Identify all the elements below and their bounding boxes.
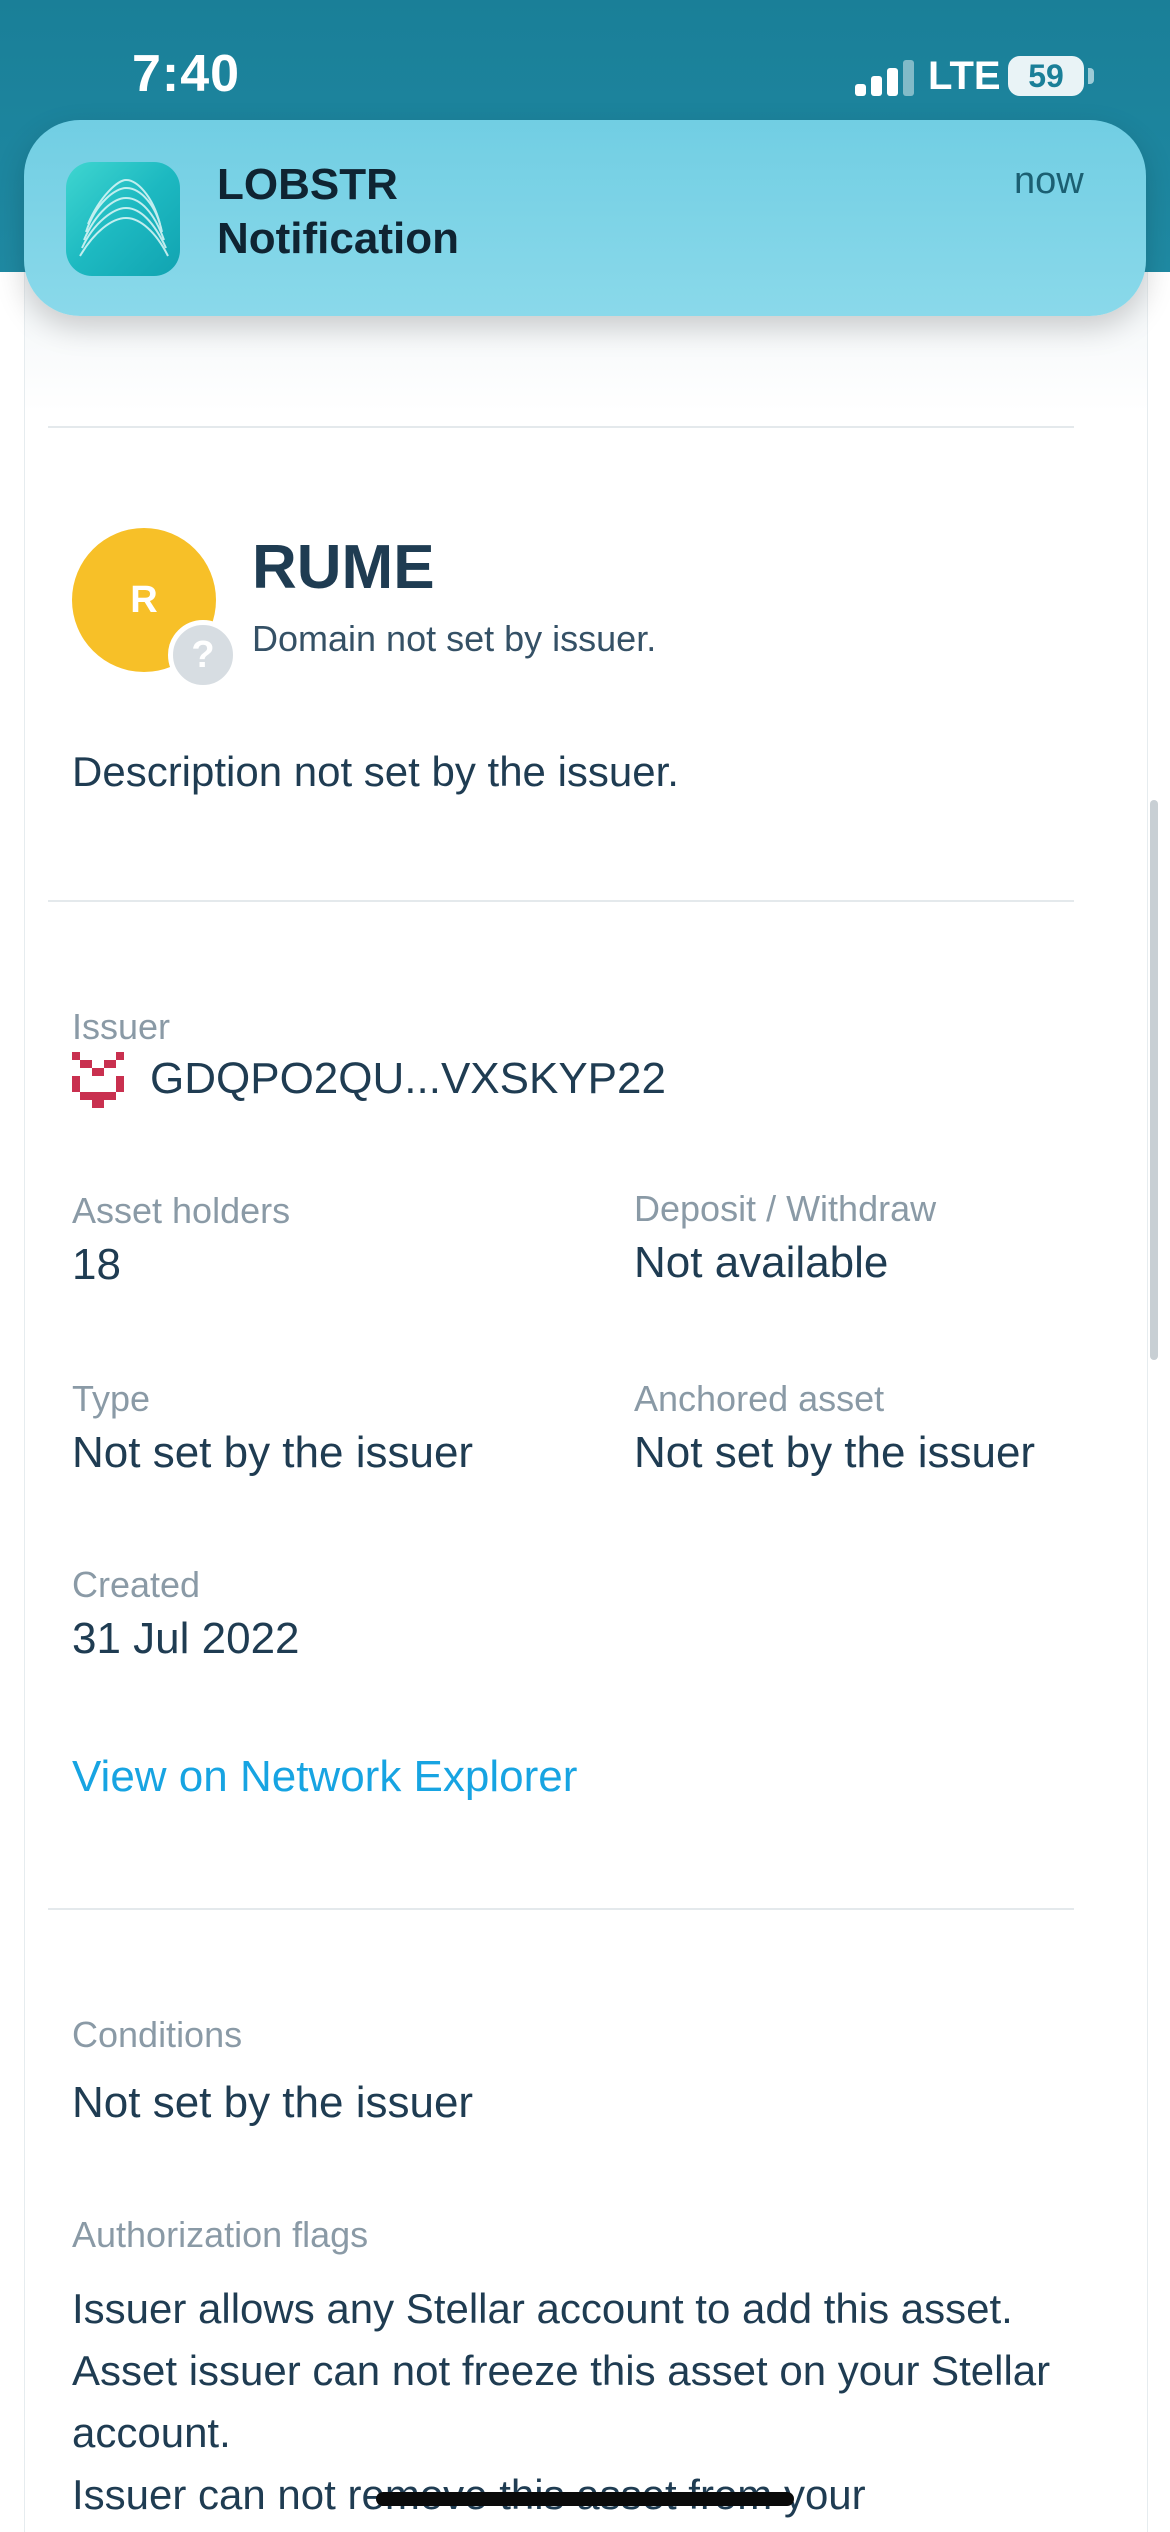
notification-banner[interactable]: LOBSTR Notification now (24, 120, 1146, 316)
anchored-asset-value: Not set by the issuer (634, 1428, 1036, 1477)
type-value: Not set by the issuer (72, 1428, 474, 1477)
scrollbar[interactable] (1150, 800, 1158, 1360)
signal-icon (855, 58, 915, 96)
divider (48, 1908, 1074, 1910)
authorization-flag-line: Issuer allows any Stellar account to add… (72, 2285, 1013, 2332)
asset-holders-label: Asset holders (72, 1190, 291, 1231)
conditions-label: Conditions (72, 2014, 243, 2055)
unknown-domain-icon: ? (168, 620, 238, 690)
issuer-address[interactable]: GDQPO2QU...VXSKYP22 (150, 1054, 666, 1104)
authorization-flag-line: Asset issuer can not freeze this asset o… (72, 2347, 1051, 2456)
type-label: Type (72, 1378, 151, 1419)
view-network-explorer-link[interactable]: View on Network Explorer (72, 1752, 577, 1802)
divider (48, 426, 1074, 428)
battery-tip (1088, 68, 1094, 84)
notification-time: now (1014, 160, 1084, 202)
home-indicator[interactable] (376, 2492, 794, 2506)
asset-code: RUME (252, 533, 435, 602)
asset-description: Description not set by the issuer. (72, 748, 679, 795)
created-label: Created (72, 1564, 201, 1605)
network-label: LTE (928, 54, 1001, 98)
asset-domain: Domain not set by issuer. (252, 618, 657, 659)
notification-app-name: LOBSTR (217, 160, 398, 209)
anchored-asset-label: Anchored asset (634, 1378, 885, 1419)
issuer-label: Issuer (72, 1006, 171, 1047)
status-time: 7:40 (132, 45, 241, 103)
battery-icon: 59 (1008, 56, 1084, 96)
notification-text: Notification (217, 214, 459, 263)
issuer-identicon-icon (72, 1052, 124, 1108)
divider (48, 900, 1074, 902)
lobstr-app-icon (66, 162, 180, 276)
conditions-value: Not set by the issuer (72, 2078, 474, 2127)
deposit-withdraw-label: Deposit / Withdraw (634, 1188, 937, 1229)
authorization-flags-text: Issuer allows any Stellar account to add… (72, 2278, 1112, 2526)
authorization-flags-label: Authorization flags (72, 2214, 369, 2255)
asset-holders-value: 18 (72, 1240, 121, 1289)
created-value: 31 Jul 2022 (72, 1614, 300, 1663)
deposit-withdraw-value: Not available (634, 1238, 889, 1287)
